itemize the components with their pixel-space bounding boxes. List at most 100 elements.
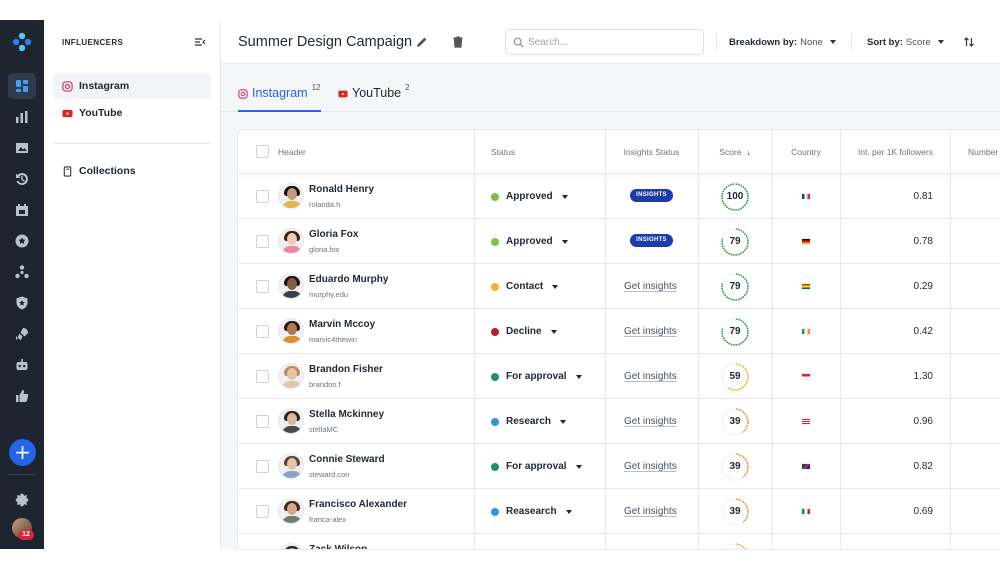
table-row[interactable]: Connie Steward steward.con For approval Get… [238, 444, 1000, 489]
trash-icon[interactable] [451, 35, 465, 49]
rail-button-rocket[interactable] [8, 321, 36, 347]
chevron-down-icon [561, 239, 568, 244]
search-icon [513, 37, 524, 48]
gear-icon [15, 493, 29, 507]
row-checkbox[interactable] [256, 460, 269, 473]
table-row[interactable]: Ronald Henry rolanda.h Approved INSIGHTS 100… [238, 174, 1000, 219]
tab-youtube[interactable]: YouTube 2 [338, 83, 410, 112]
table-row[interactable]: Gloria Fox gloria.fox Approved INSIGHTS 79 0.… [238, 219, 1000, 264]
avatar[interactable] [278, 543, 304, 549]
add-button[interactable]: + [9, 439, 36, 466]
row-checkbox[interactable] [256, 325, 269, 338]
column-header-number[interactable]: Number [968, 130, 1000, 174]
column-header-status[interactable]: Status [491, 130, 591, 174]
rail-button-image[interactable] [8, 135, 36, 161]
influencer-name[interactable]: Gloria Fox [309, 229, 358, 240]
rail-button-robot[interactable] [8, 352, 36, 378]
influencer-name[interactable]: Eduardo Murphy [309, 274, 388, 285]
sidebar-item-collections[interactable]: Collections [53, 158, 211, 184]
column-header-score[interactable]: Score ↓ [698, 130, 772, 174]
get-insights-link[interactable]: Get insights [624, 506, 677, 517]
header-divider [851, 33, 852, 51]
sort-direction-icon[interactable] [963, 36, 975, 48]
rail-button-bar-chart[interactable] [8, 104, 36, 130]
status-label: Approved [506, 236, 553, 247]
influencer-name[interactable]: Francisco Alexander [309, 499, 407, 510]
influencer-name[interactable]: Brandon Fisher [309, 364, 383, 375]
settings-button[interactable] [8, 487, 36, 513]
breakdown-dropdown[interactable]: Breakdown by: None [729, 37, 836, 48]
sidebar-item-label: Collections [79, 165, 136, 177]
table-row[interactable]: Eduardo Murphy murphy.edu Contact Get insig… [238, 264, 1000, 309]
influencer-name[interactable]: Ronald Henry [309, 184, 374, 195]
status-dropdown[interactable]: Reasearch [491, 506, 572, 517]
get-insights-link[interactable]: Get insights [624, 326, 677, 337]
table-row[interactable]: Marvin Mccoy marvic4thewin Decline Get insi… [238, 309, 1000, 354]
avatar[interactable] [278, 408, 304, 434]
sidebar-divider [53, 143, 211, 144]
avatar[interactable] [278, 183, 304, 209]
influencer-name[interactable]: Stella Mckinney [309, 409, 384, 420]
avatar[interactable] [278, 363, 304, 389]
status-dropdown[interactable]: For approval [491, 461, 582, 472]
sidebar-item-label: YouTube [79, 107, 123, 119]
get-insights-link[interactable]: Get insights [624, 281, 677, 292]
column-header-name[interactable]: Header [278, 130, 468, 174]
select-all-checkbox[interactable] [256, 145, 269, 158]
column-header-insights[interactable]: Insights Status [605, 130, 698, 174]
sidebar-item-instagram[interactable]: Instagram [53, 73, 211, 99]
history-icon [16, 172, 29, 185]
notification-badge: 12 [18, 530, 34, 540]
status-dropdown[interactable]: For approval [491, 371, 582, 382]
insights-badge[interactable]: INSIGHTS [630, 189, 673, 202]
edit-icon[interactable] [415, 35, 429, 49]
status-dropdown[interactable]: Research [491, 416, 567, 427]
sidebar-item-youtube[interactable]: YouTube [53, 100, 211, 126]
app-logo-icon[interactable] [12, 32, 32, 52]
search-box[interactable] [505, 29, 704, 55]
row-checkbox[interactable] [256, 235, 269, 248]
chevron-down-icon [552, 284, 559, 289]
get-insights-link[interactable]: Get insights [624, 371, 677, 382]
robot-icon [16, 359, 28, 370]
row-checkbox[interactable] [256, 190, 269, 203]
table-row[interactable]: Brandon Fisher brandon.f For approval Get i… [238, 354, 1000, 399]
rail-button-history[interactable] [8, 166, 36, 192]
status-dropdown[interactable]: Approved [491, 191, 568, 202]
row-checkbox[interactable] [256, 505, 269, 518]
avatar[interactable] [278, 228, 304, 254]
collapse-sidebar-icon[interactable] [194, 36, 206, 48]
get-insights-link[interactable]: Get insights [624, 416, 677, 427]
rail-button-network[interactable] [8, 259, 36, 285]
status-dropdown[interactable]: Decline [491, 326, 557, 337]
insights-badge[interactable]: INSIGHTS [630, 234, 673, 247]
avatar[interactable] [278, 318, 304, 344]
status-dropdown[interactable]: Contact [491, 281, 559, 292]
influencer-name[interactable]: Connie Steward [309, 454, 385, 465]
row-checkbox[interactable] [256, 415, 269, 428]
avatar[interactable] [278, 453, 304, 479]
avatar[interactable] [278, 273, 304, 299]
influencer-name[interactable]: Marvin Mccoy [309, 319, 375, 330]
table-row[interactable]: Stella Mckinney stellaMC Research Get insig… [238, 399, 1000, 444]
column-header-country[interactable]: Country [772, 130, 840, 174]
get-insights-link[interactable]: Get insights [624, 461, 677, 472]
table-row[interactable]: Francisco Alexander franca-alex Reasearch G… [238, 489, 1000, 534]
status-dropdown[interactable]: Approved [491, 236, 568, 247]
column-divider [950, 130, 951, 549]
influencer-name[interactable]: Zack Wilson [309, 544, 367, 549]
column-divider [840, 130, 841, 549]
row-checkbox[interactable] [256, 280, 269, 293]
table-row[interactable]: Zack Wilson [238, 534, 1000, 549]
rail-button-calendar[interactable] [8, 197, 36, 223]
column-header-engagement[interactable]: Int. per 1K followers [840, 130, 950, 174]
rail-button-star[interactable] [8, 228, 36, 254]
tab-instagram[interactable]: Instagram 12 [238, 83, 321, 112]
rail-button-thumbs-up[interactable] [8, 383, 36, 409]
search-input[interactable] [528, 34, 698, 50]
sort-dropdown[interactable]: Sort by: Score [867, 37, 944, 48]
rail-button-shield[interactable] [8, 290, 36, 316]
avatar[interactable] [278, 498, 304, 524]
rail-button-dashboard[interactable] [8, 73, 36, 99]
row-checkbox[interactable] [256, 370, 269, 383]
